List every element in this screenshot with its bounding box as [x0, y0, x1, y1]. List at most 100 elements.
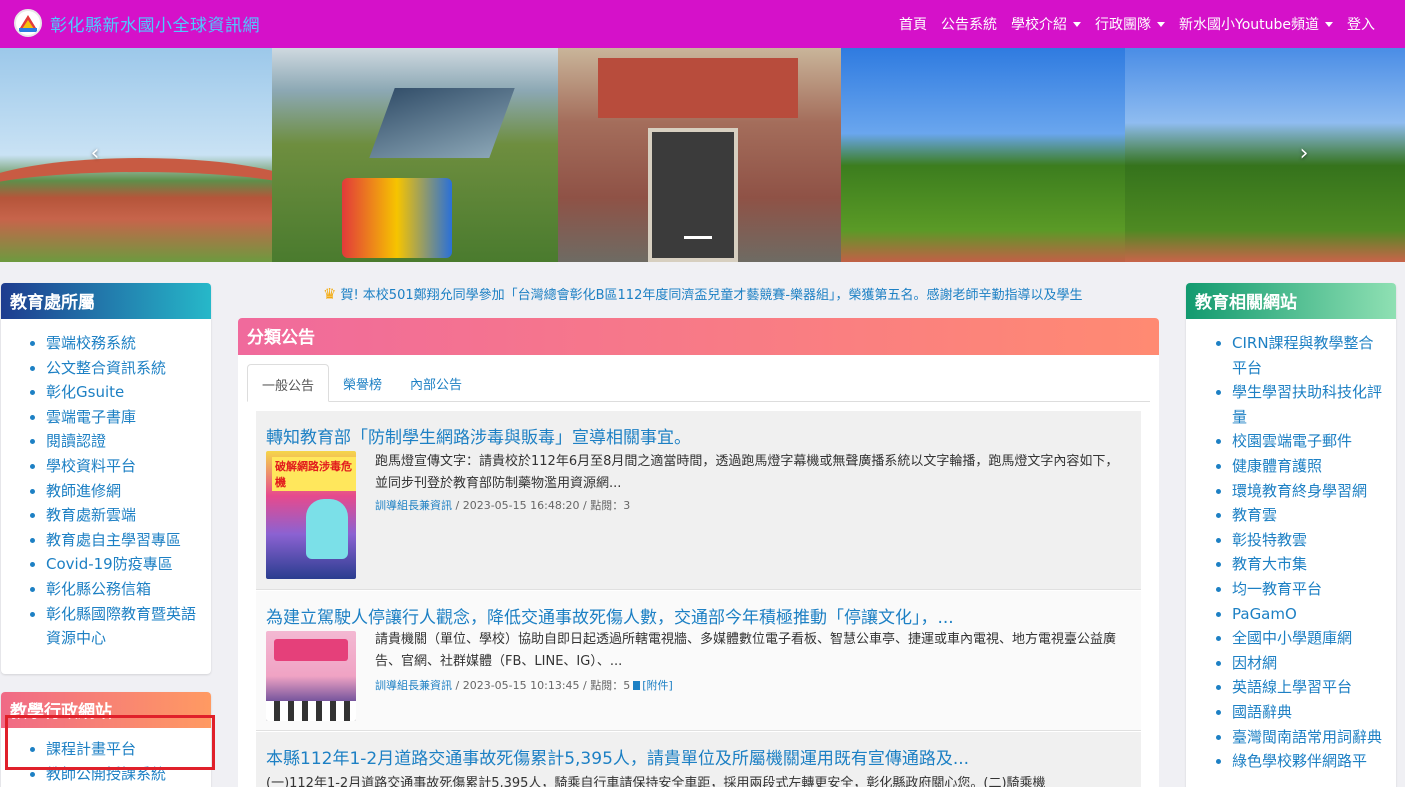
- link-text[interactable]: 國語辭典: [1232, 703, 1292, 721]
- link-text[interactable]: 雲端校務系統: [46, 334, 136, 352]
- carousel-photo-playground: [272, 48, 558, 262]
- link-item[interactable]: 教師進修網: [46, 479, 201, 504]
- link-item[interactable]: 雲端電子書庫: [46, 405, 201, 430]
- link-text[interactable]: 校園雲端電子郵件: [1232, 432, 1352, 450]
- link-item[interactable]: 環境教育終身學習網: [1232, 479, 1386, 504]
- tab-general[interactable]: 一般公告: [247, 364, 330, 402]
- link-text[interactable]: 彰化縣公務信箱: [46, 580, 151, 598]
- carousel-photo-school-gate: [558, 48, 841, 262]
- announcement-title-link[interactable]: 轉知教育部「防制學生網路涉毒與販毒」宣導相關事宜。: [266, 423, 691, 448]
- link-text[interactable]: 彰化Gsuite: [46, 383, 124, 401]
- link-item[interactable]: 均一教育平台: [1232, 577, 1386, 602]
- link-item[interactable]: PaGamO: [1232, 602, 1386, 627]
- news-marquee[interactable]: ♛ 賀! 本校501鄭翔允同學參加「台灣總會彰化B區112年度同濟盃兒童才藝競賽-…: [237, 284, 1159, 306]
- highlight-box: [5, 715, 215, 770]
- announcement-title-link[interactable]: 本縣112年1-2月道路交通事故死傷累計5,395人，請貴單位及所屬機關運用既有…: [266, 744, 969, 769]
- nav-login-label: 登入: [1347, 17, 1375, 33]
- link-text[interactable]: 彰投特教雲: [1232, 531, 1307, 549]
- link-text[interactable]: 教育雲: [1232, 506, 1277, 524]
- link-text[interactable]: 教師進修網: [46, 482, 121, 500]
- link-item[interactable]: 教育處新雲端: [46, 503, 201, 528]
- nav-school-intro-label: 學校介紹: [1011, 17, 1067, 33]
- link-item[interactable]: 彰化Gsuite: [46, 380, 201, 405]
- link-item[interactable]: 全國中小學題庫網: [1232, 626, 1386, 651]
- link-text[interactable]: 彰化縣國際教育暨英語資源中心: [46, 605, 196, 648]
- link-text[interactable]: 公文整合資訊系統: [46, 359, 166, 377]
- link-item[interactable]: 教育雲: [1232, 503, 1386, 528]
- link-item[interactable]: 因材網: [1232, 651, 1386, 676]
- author-link[interactable]: 訓導組長兼資訊: [375, 499, 452, 512]
- caret-down-icon: [1073, 21, 1081, 27]
- link-text[interactable]: 學校資料平台: [46, 457, 136, 475]
- link-text[interactable]: 閱讀認證: [46, 432, 106, 450]
- link-text[interactable]: 學生學習扶助科技化評量: [1232, 383, 1382, 426]
- link-item[interactable]: 學校資料平台: [46, 454, 201, 479]
- carousel-indicator[interactable]: [684, 236, 712, 239]
- link-text[interactable]: 臺灣閩南語常用詞辭典: [1232, 728, 1382, 746]
- announcement-item: 本縣112年1-2月道路交通事故死傷累計5,395人，請貴單位及所屬機關運用既有…: [256, 732, 1141, 787]
- marquee-text[interactable]: 賀! 本校501鄭翔允同學參加「台灣總會彰化B區112年度同濟盃兒童才藝競賽-樂…: [340, 288, 1082, 303]
- caret-down-icon: [1157, 21, 1165, 27]
- link-text[interactable]: 環境教育終身學習網: [1232, 482, 1367, 500]
- tab-internal[interactable]: 內部公告: [396, 364, 476, 401]
- nav-admin-team-label: 行政團隊: [1095, 17, 1151, 33]
- link-text[interactable]: 綠色學校夥伴網路平: [1232, 752, 1367, 770]
- link-text[interactable]: 教育大市集: [1232, 555, 1307, 573]
- link-item[interactable]: CIRN課程與教學整合平台: [1232, 331, 1386, 380]
- attachment-link[interactable]: [附件]: [642, 679, 673, 692]
- nav-school-intro[interactable]: 學校介紹: [1011, 14, 1081, 34]
- link-item[interactable]: 健康體育護照: [1232, 454, 1386, 479]
- nav-youtube-channel[interactable]: 新水國小Youtube頻道: [1179, 14, 1333, 34]
- link-item[interactable]: 教育處自主學習專區: [46, 528, 201, 553]
- announcement-item: 轉知教育部「防制學生網路涉毒與販毒」宣導相關事宜。 破解網路涉毒危機 跑馬燈宣傳…: [256, 411, 1141, 590]
- nav-youtube-label: 新水國小Youtube頻道: [1179, 17, 1319, 33]
- link-text[interactable]: Covid-19防疫專區: [46, 555, 173, 573]
- link-text[interactable]: 英語線上學習平台: [1232, 678, 1352, 696]
- author-link[interactable]: 訓導組長兼資訊: [375, 679, 452, 692]
- link-item[interactable]: 英語線上學習平台: [1232, 675, 1386, 700]
- site-brand-link[interactable]: 彰化縣新水國小全球資訊網: [14, 9, 260, 37]
- link-item[interactable]: 綠色學校夥伴網路平: [1232, 749, 1386, 774]
- announcement-excerpt: 請貴機關（單位、學校）協助自即日起透過所轄電視牆、多媒體數位電子看板、智慧公車亭…: [375, 632, 1117, 669]
- link-item[interactable]: 校園雲端電子郵件: [1232, 429, 1386, 454]
- category-announcements: 分類公告 一般公告 榮譽榜 內部公告 轉知教育部「防制學生網路涉毒與販毒」宣導相…: [238, 318, 1159, 787]
- panel-title: 教育處所屬: [1, 283, 211, 319]
- link-item[interactable]: 臺灣閩南語常用詞辭典: [1232, 725, 1386, 750]
- announcement-thumbnail[interactable]: 破解網路涉毒危機: [266, 451, 356, 579]
- link-text[interactable]: 雲端電子書庫: [46, 408, 136, 426]
- nav-login[interactable]: 登入: [1347, 14, 1375, 34]
- link-text[interactable]: PaGamO: [1232, 605, 1297, 623]
- link-item[interactable]: 國語辭典: [1232, 700, 1386, 725]
- link-item[interactable]: 彰化縣國際教育暨英語資源中心: [46, 602, 201, 651]
- tab-honors[interactable]: 榮譽榜: [329, 364, 396, 401]
- nav-announcements[interactable]: 公告系統: [941, 14, 997, 34]
- school-sign: [598, 58, 798, 118]
- link-item[interactable]: 閱讀認證: [46, 429, 201, 454]
- caret-down-icon: [1325, 21, 1333, 27]
- link-item[interactable]: 公文整合資訊系統: [46, 356, 201, 381]
- education-sites-links: CIRN課程與教學整合平台 學生學習扶助科技化評量 校園雲端電子郵件 健康體育護…: [1186, 319, 1396, 774]
- link-item[interactable]: 教育大市集: [1232, 552, 1386, 577]
- link-item[interactable]: 彰投特教雲: [1232, 528, 1386, 553]
- chevron-right-icon[interactable]: ›: [1294, 143, 1314, 165]
- nav-admin-team[interactable]: 行政團隊: [1095, 14, 1165, 34]
- announcement-excerpt: 跑馬燈宣傳文字：請貴校於112年6月至8月間之適當時間，透過跑馬燈字幕機或無聲廣…: [375, 454, 1119, 491]
- link-text[interactable]: 教育處自主學習專區: [46, 531, 181, 549]
- link-item[interactable]: Covid-19防疫專區: [46, 552, 201, 577]
- link-item[interactable]: 雲端校務系統: [46, 331, 201, 356]
- site-title: 彰化縣新水國小全球資訊網: [50, 15, 260, 36]
- announcement-excerpt: (一)112年1-2月道路交通事故死傷累計5,395人，騎乘自行車請保持安全車距…: [266, 776, 1046, 787]
- chevron-left-icon[interactable]: ‹: [85, 143, 105, 165]
- announcement-title-link[interactable]: 為建立駕駛人停讓行人觀念，降低交通事故死傷人數，交通部今年積極推動「停讓文化」，…: [266, 603, 954, 628]
- announcement-thumbnail[interactable]: [266, 631, 356, 721]
- link-text[interactable]: 因材網: [1232, 654, 1277, 672]
- link-item[interactable]: 學生學習扶助科技化評量: [1232, 380, 1386, 429]
- link-text[interactable]: 全國中小學題庫網: [1232, 629, 1352, 647]
- link-item[interactable]: 彰化縣公務信箱: [46, 577, 201, 602]
- link-text[interactable]: 教育處新雲端: [46, 506, 136, 524]
- top-navbar: 彰化縣新水國小全球資訊網 首頁 公告系統 學校介紹 行政團隊 新水國小Youtu…: [0, 0, 1405, 48]
- nav-home[interactable]: 首頁: [899, 14, 927, 34]
- link-text[interactable]: CIRN課程與教學整合平台: [1232, 334, 1374, 377]
- link-text[interactable]: 均一教育平台: [1232, 580, 1322, 598]
- link-text[interactable]: 健康體育護照: [1232, 457, 1322, 475]
